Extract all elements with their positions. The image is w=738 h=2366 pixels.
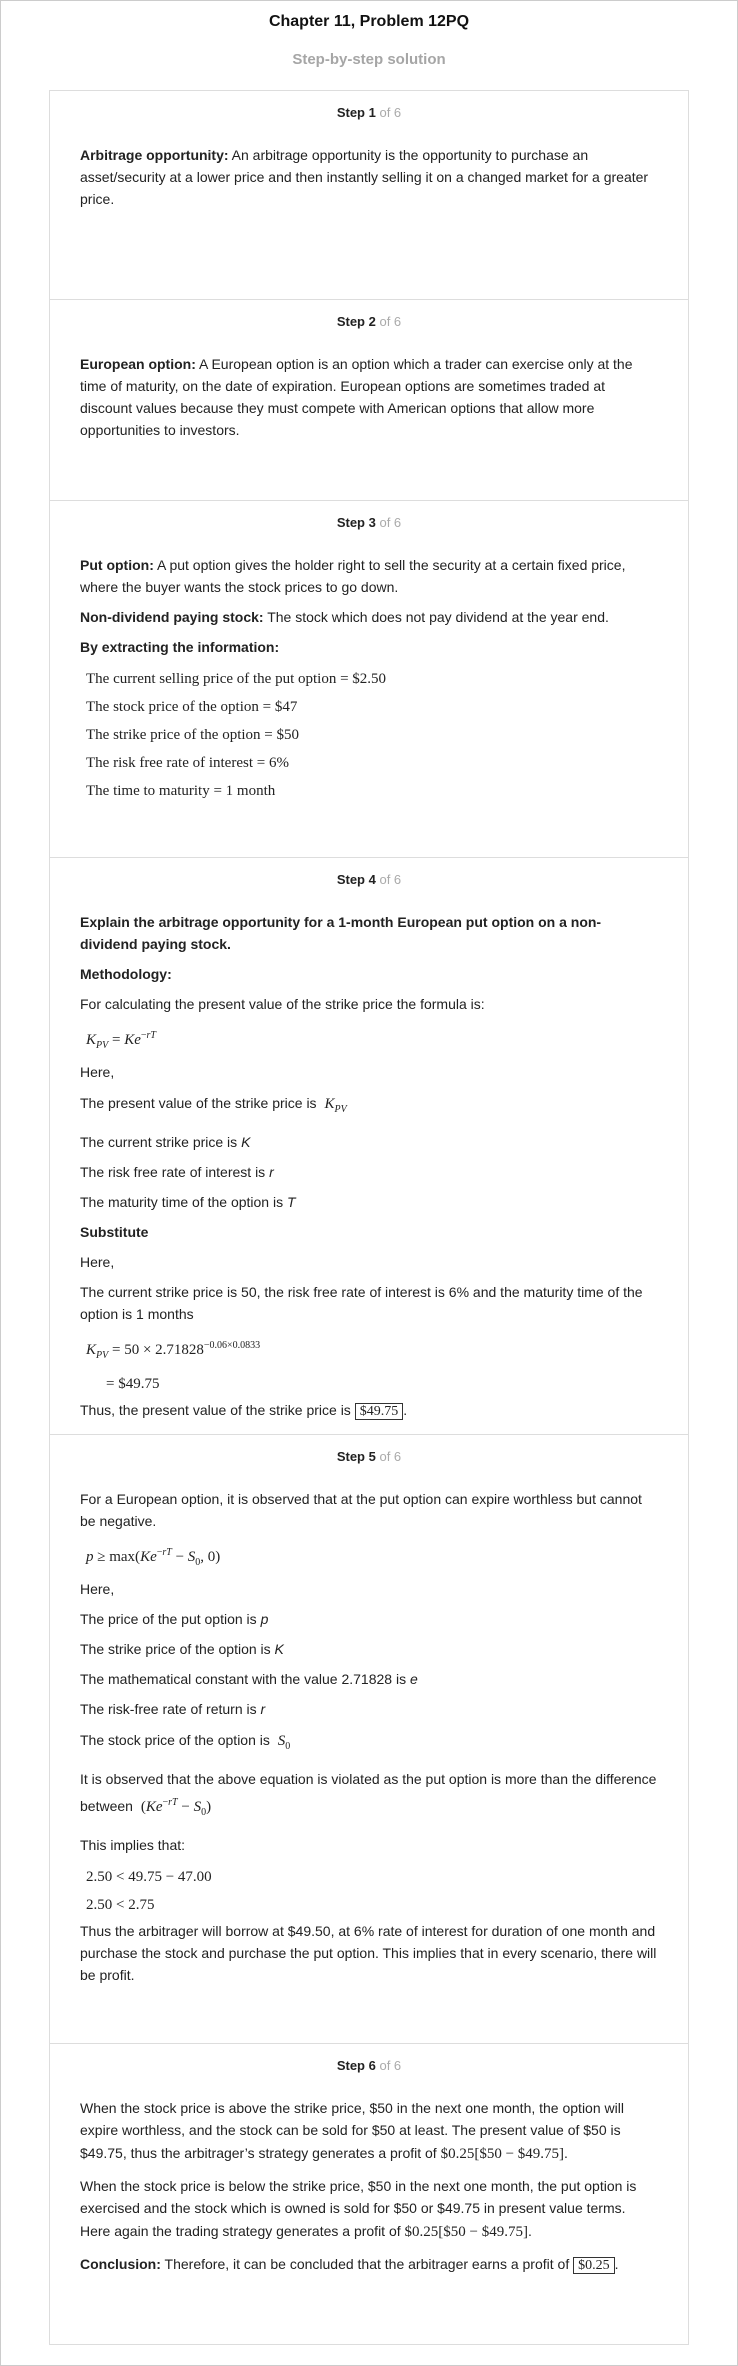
definition-text: The stock price of the option is — [80, 1732, 270, 1748]
step-header: Step 4 of 6 — [80, 858, 658, 887]
step-label: Step 2 — [336, 314, 376, 329]
info-line: The risk free rate of interest = 6% — [86, 755, 289, 771]
implies-label: This implies that: — [80, 1837, 186, 1853]
substitute-heading: Substitute — [80, 1224, 149, 1240]
here-label: Here, — [80, 1581, 115, 1597]
info-line: The current selling price of the put opt… — [86, 671, 387, 687]
step-label: Step 3 — [336, 515, 376, 530]
step-total: of 6 — [379, 515, 402, 530]
conclusion-line: Conclusion: Therefore, it can be conclud… — [80, 2256, 619, 2274]
definition-text: The current strike price is — [80, 1134, 238, 1150]
put-option-definition: Put option: A put option gives the holde… — [80, 554, 658, 598]
given-values: The current strike price is 50, the risk… — [80, 1284, 643, 1322]
calc-line-1: KPV = 50 × 2.71828−0.06×0.0833 — [86, 1340, 261, 1361]
step-label: Step 1 — [336, 105, 376, 120]
intro-text: For a European option, it is observed th… — [80, 1491, 642, 1529]
bound-formula: p ≥ max(Ke−rT − S0, 0) — [86, 1547, 221, 1568]
page-subtitle: Step-by-step solution — [292, 51, 446, 68]
definition-paragraph: Arbitrage opportunity: An arbitrage oppo… — [80, 144, 658, 210]
result-line: Thus, the present value of the strike pr… — [80, 1402, 408, 1420]
definition-text: The strike price of the option is — [80, 1641, 271, 1657]
definition-text: The present value of the strike price is — [80, 1095, 317, 1111]
methodology-heading: Methodology: — [80, 966, 172, 982]
step-label: Step 6 — [336, 2058, 376, 2073]
definition-k: The current strike price is K — [80, 1134, 251, 1150]
conclusion-text: Therefore, it can be concluded that the … — [160, 2256, 570, 2272]
violation-text: It is observed that the above equation i… — [80, 1771, 657, 1818]
inequality-1: 2.50 < 49.75 − 47.00 — [86, 1869, 212, 1885]
info-line: The time to maturity = 1 month — [86, 783, 276, 799]
profit-value: $0.25 — [573, 2257, 615, 2274]
calc-line-2: = $49.75 — [106, 1371, 658, 1397]
step-header: Step 3 of 6 — [80, 501, 658, 530]
calc-expression: = 50 × 2.71828 — [111, 1342, 204, 1358]
definition-t: The maturity time of the option is T — [80, 1194, 296, 1210]
step-2: Step 2 of 6 European option: A European … — [50, 299, 688, 500]
definition-text: A put option gives the holder right to s… — [80, 557, 626, 595]
definition-p: The price of the put option is p — [80, 1611, 269, 1627]
definition-pv: The present value of the strike price is… — [80, 1095, 347, 1115]
step-6: Step 6 of 6 When the stock price is abov… — [50, 2043, 688, 2344]
term: Conclusion: — [80, 2256, 161, 2272]
step-5: Step 5 of 6 For a European option, it is… — [50, 1434, 688, 2043]
step-total: of 6 — [379, 1449, 402, 1464]
term: Arbitrage opportunity: — [80, 147, 229, 163]
definition-text: The stock which does not pay dividend at… — [263, 609, 609, 625]
step-total: of 6 — [379, 2058, 402, 2073]
page-title: Chapter 11, Problem 12PQ — [268, 13, 470, 30]
term: Put option: — [80, 557, 154, 573]
conclusion-text: Thus the arbitrager will borrow at $49.5… — [80, 1923, 657, 1983]
term: Non-dividend paying stock: — [80, 609, 264, 625]
definition-k: The strike price of the option is K — [80, 1641, 284, 1657]
definition-text: The mathematical constant with the value… — [80, 1671, 407, 1687]
step-total: of 6 — [379, 105, 402, 120]
step-4: Step 4 of 6 Explain the arbitrage opport… — [50, 857, 688, 1434]
step-total: of 6 — [379, 314, 402, 329]
calc-result: = $49.75 — [106, 1376, 160, 1392]
definition-e: The mathematical constant with the value… — [80, 1671, 418, 1687]
step-total: of 6 — [379, 872, 402, 887]
step-header: Step 5 of 6 — [80, 1435, 658, 1464]
definition-paragraph: European option: A European option is an… — [80, 353, 658, 441]
definition-text: The price of the put option is — [80, 1611, 257, 1627]
step-label: Step 4 — [336, 872, 376, 887]
result-value: $49.75 — [354, 1403, 404, 1420]
profit-expression: $0.25[$50 − $49.75] — [440, 2146, 565, 2162]
question-heading: Explain the arbitrage opportunity for a … — [80, 914, 602, 952]
definition-r: The risk free rate of interest is r — [80, 1164, 274, 1180]
step-label: Step 5 — [336, 1449, 376, 1464]
here-label: Here, — [80, 1254, 115, 1270]
profit-expression: $0.25[$50 − $49.75] — [404, 2224, 528, 2240]
definition-text: The maturity time of the option is — [80, 1194, 284, 1210]
formula-intro: For calculating the present value of the… — [80, 996, 485, 1012]
extract-heading: By extracting the information: — [80, 639, 280, 655]
calc-exponent: −0.06×0.0833 — [203, 1340, 261, 1351]
pv-formula: KPV = Ke−rT — [86, 1030, 156, 1051]
step-header: Step 1 of 6 — [80, 91, 658, 120]
scenario-below: When the stock price is below the strike… — [80, 2178, 637, 2240]
definition-r: The risk-free rate of return is r — [80, 1701, 266, 1717]
step-header: Step 2 of 6 — [80, 300, 658, 329]
step-header: Step 6 of 6 — [80, 2044, 658, 2073]
definition-text: The risk-free rate of return is — [80, 1701, 257, 1717]
term: European option: — [80, 356, 196, 372]
result-text: Thus, the present value of the strike pr… — [80, 1402, 351, 1418]
definition-text: The risk free rate of interest is — [80, 1164, 266, 1180]
scenario-text: When the stock price is below the strike… — [80, 2178, 637, 2239]
steps-container: Step 1 of 6 Arbitrage opportunity: An ar… — [49, 90, 689, 2345]
inequality-2: 2.50 < 2.75 — [86, 1897, 155, 1913]
scenario-above: When the stock price is above the strike… — [80, 2100, 624, 2162]
info-line: The stock price of the option = $47 — [86, 699, 298, 715]
page: Chapter 11, Problem 12PQ Step-by-step so… — [0, 0, 738, 2366]
definition-s: The stock price of the option is S0 — [80, 1732, 291, 1752]
step-1: Step 1 of 6 Arbitrage opportunity: An ar… — [50, 91, 688, 299]
here-label: Here, — [80, 1064, 115, 1080]
step-3: Step 3 of 6 Put option: A put option giv… — [50, 500, 688, 857]
info-line: The strike price of the option = $50 — [86, 727, 299, 743]
non-dividend-definition: Non-dividend paying stock: The stock whi… — [80, 606, 658, 628]
